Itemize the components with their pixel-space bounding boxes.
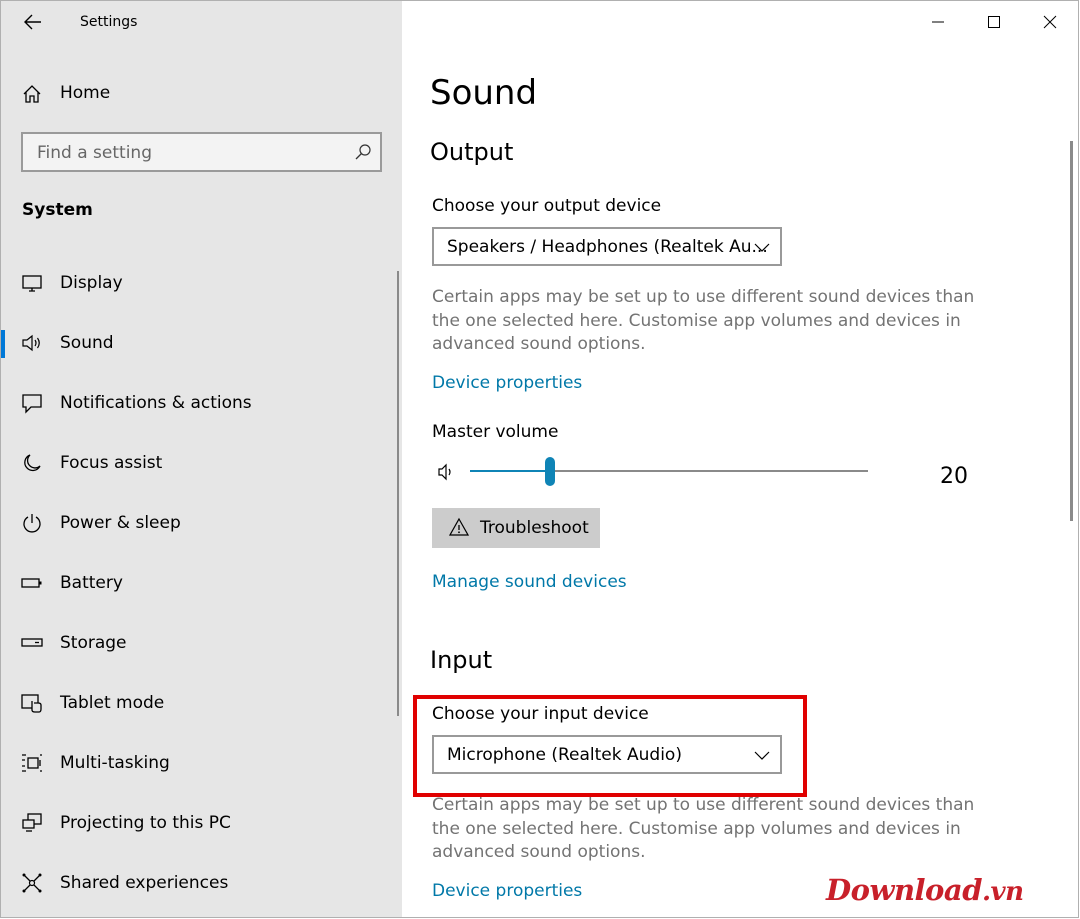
sidebar-item-label: Power & sleep xyxy=(60,513,181,533)
page-title: Sound xyxy=(430,73,538,113)
shared-experiences-icon xyxy=(22,873,42,893)
sidebar-item-label: Projecting to this PC xyxy=(60,813,231,833)
master-volume-label: Master volume xyxy=(432,422,559,442)
back-arrow-icon xyxy=(24,14,41,30)
section-title-system: System xyxy=(22,200,93,220)
input-heading: Input xyxy=(430,646,493,674)
sidebar-item-display[interactable]: Display xyxy=(1,261,397,305)
sidebar-item-label: Notifications & actions xyxy=(60,393,252,413)
speaker-icon xyxy=(22,334,40,352)
output-description: Certain apps may be set up to use differ… xyxy=(432,287,975,354)
sidebar-item-tablet-mode[interactable]: Tablet mode xyxy=(1,681,397,725)
sidebar-item-storage[interactable]: Storage xyxy=(1,621,397,665)
volume-icon[interactable] xyxy=(437,462,457,482)
power-icon xyxy=(23,514,41,533)
output-device-label: Choose your output device xyxy=(432,196,662,216)
sidebar-item-multitasking[interactable]: Multi-tasking xyxy=(1,741,397,785)
output-device-dropdown[interactable]: Speakers / Headphones (Realtek Au... xyxy=(432,227,782,266)
multitasking-icon xyxy=(22,754,42,772)
minimize-icon xyxy=(932,21,944,23)
sidebar-home[interactable]: Home xyxy=(21,81,110,107)
volume-value: 20 xyxy=(940,464,968,489)
moon-icon xyxy=(24,454,41,472)
watermark-tld: .vn xyxy=(981,877,1024,907)
input-device-properties-link[interactable]: Device properties xyxy=(432,881,582,901)
sidebar-item-label: Display xyxy=(60,273,123,293)
maximize-button[interactable] xyxy=(966,1,1022,43)
sidebar-item-focus-assist[interactable]: Focus assist xyxy=(1,441,397,485)
volume-slider-thumb[interactable] xyxy=(544,457,555,486)
sidebar-item-label: Tablet mode xyxy=(60,693,165,713)
sidebar-scrollbar[interactable] xyxy=(397,271,399,716)
active-indicator xyxy=(1,330,5,358)
main-scrollbar[interactable] xyxy=(1070,141,1073,521)
sidebar-item-label: Multi-tasking xyxy=(60,753,170,773)
output-device-properties-link[interactable]: Device properties xyxy=(432,373,582,393)
sidebar: Settings Home System Display Sound Notif… xyxy=(1,1,402,917)
watermark-logo: Download.vn xyxy=(826,873,1024,907)
sidebar-item-sound[interactable]: Sound xyxy=(1,321,397,365)
close-button[interactable] xyxy=(1022,1,1078,43)
watermark-main: Download xyxy=(826,873,982,907)
close-icon xyxy=(1043,15,1057,29)
sidebar-item-projecting[interactable]: Projecting to this PC xyxy=(1,801,397,845)
tablet-mode-icon xyxy=(21,694,42,713)
home-label: Home xyxy=(60,83,111,103)
sidebar-item-label: Storage xyxy=(60,633,127,653)
search-icon xyxy=(355,144,371,160)
chevron-down-icon xyxy=(754,243,770,252)
sidebar-item-battery[interactable]: Battery xyxy=(1,561,397,605)
output-heading: Output xyxy=(430,138,514,166)
sidebar-item-label: Sound xyxy=(60,333,114,353)
sidebar-item-label: Focus assist xyxy=(60,453,163,473)
troubleshoot-label: Troubleshoot xyxy=(480,518,589,538)
sidebar-item-power-sleep[interactable]: Power & sleep xyxy=(1,501,397,545)
projecting-icon xyxy=(22,813,42,832)
storage-icon xyxy=(21,638,43,647)
sidebar-item-label: Shared experiences xyxy=(60,873,229,893)
output-device-value: Speakers / Headphones (Realtek Au... xyxy=(447,237,768,257)
app-title: Settings xyxy=(80,14,138,30)
search-input[interactable] xyxy=(37,142,337,164)
master-volume-slider[interactable] xyxy=(470,470,868,472)
search-box[interactable] xyxy=(21,132,382,172)
minimize-button[interactable] xyxy=(910,1,966,43)
monitor-icon xyxy=(22,275,42,292)
notification-icon xyxy=(22,394,42,414)
back-button[interactable] xyxy=(21,11,45,33)
sidebar-item-label: Battery xyxy=(60,573,123,593)
volume-fill xyxy=(470,470,550,472)
home-icon xyxy=(23,85,41,103)
manage-sound-devices-link[interactable]: Manage sound devices xyxy=(432,572,627,592)
battery-icon xyxy=(21,578,42,588)
maximize-icon xyxy=(988,16,1000,28)
input-description: Certain apps may be set up to use differ… xyxy=(432,795,975,862)
settings-window: Settings Home System Display Sound Notif… xyxy=(0,0,1079,918)
sidebar-item-notifications[interactable]: Notifications & actions xyxy=(1,381,397,425)
troubleshoot-button[interactable]: Troubleshoot xyxy=(432,508,600,548)
input-device-highlight-box xyxy=(413,695,807,797)
sidebar-item-shared-experiences[interactable]: Shared experiences xyxy=(1,861,397,905)
warning-icon xyxy=(449,517,469,536)
